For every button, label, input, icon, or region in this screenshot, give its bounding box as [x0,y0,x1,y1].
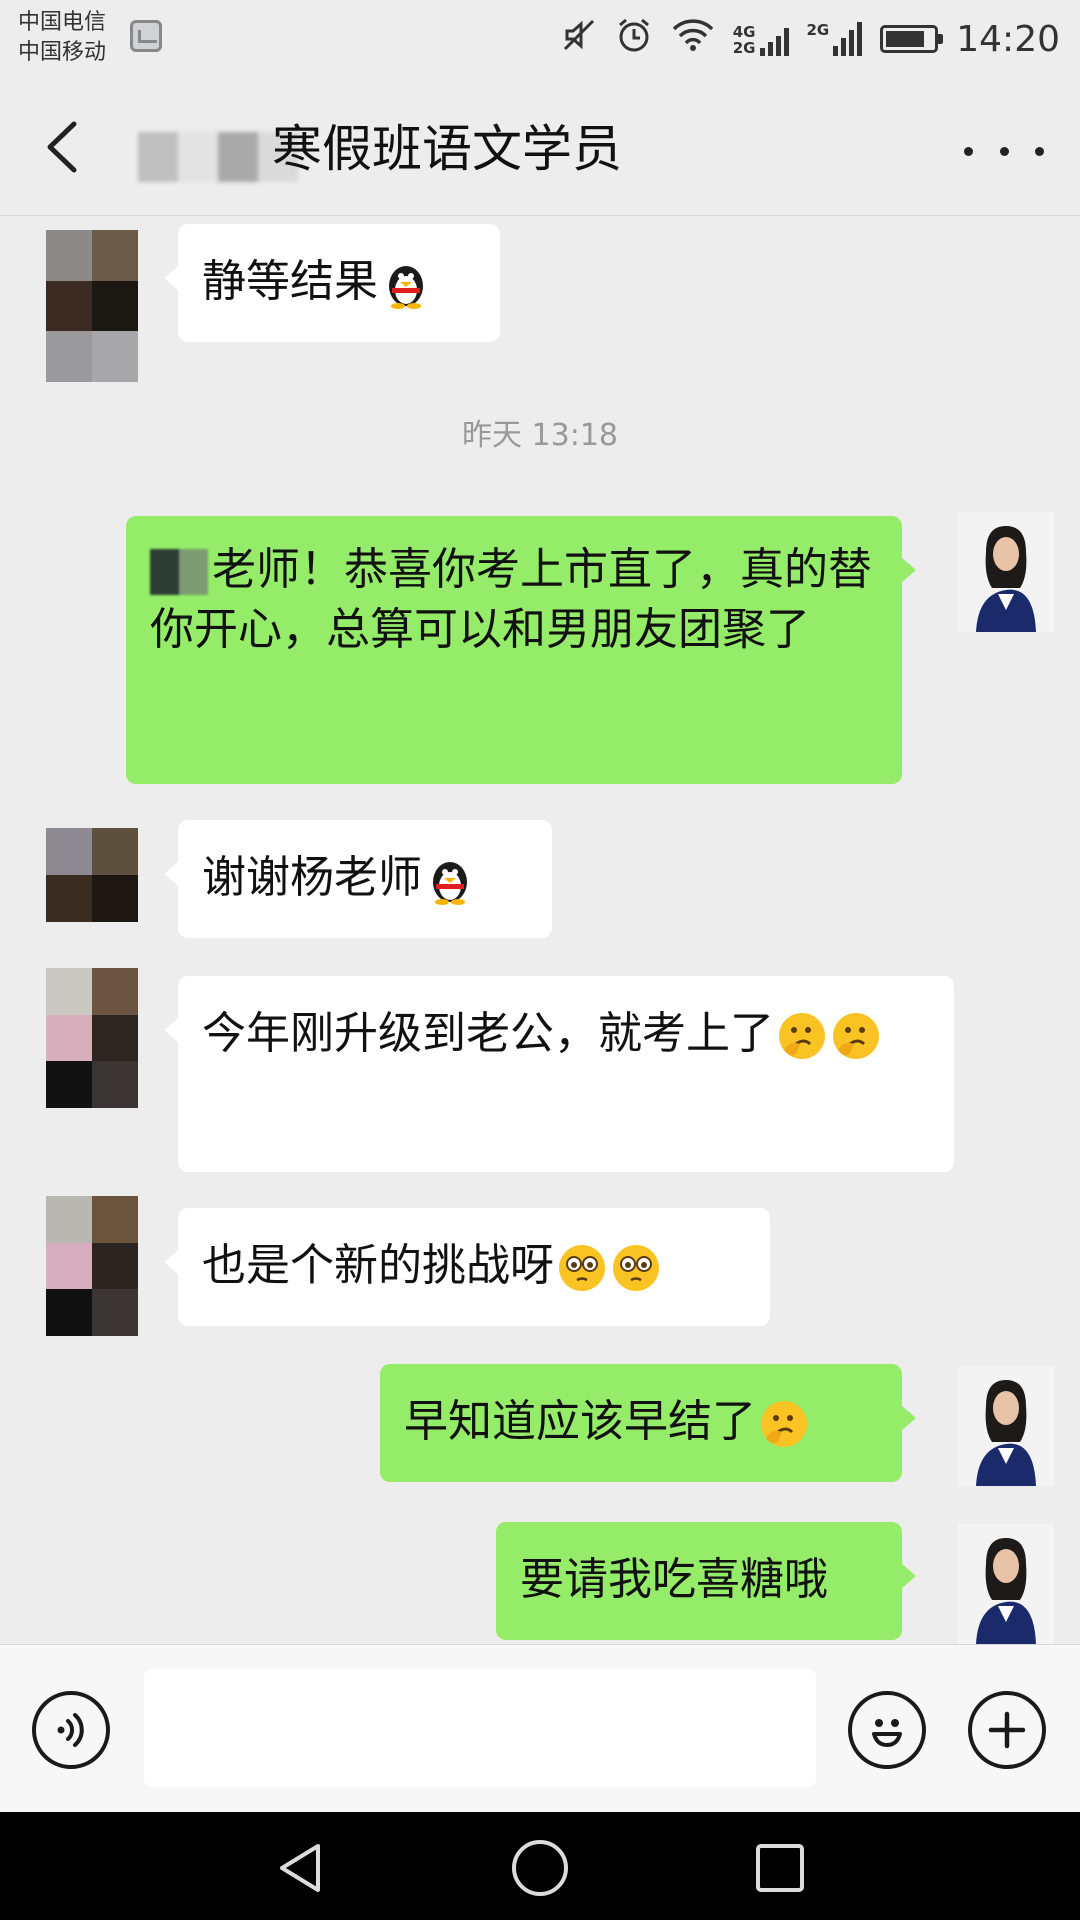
more-features-button[interactable] [968,1691,1046,1769]
signal-bars-icon [833,22,863,56]
message-input[interactable] [144,1669,816,1787]
wifi-icon [671,17,715,62]
thinking-face-emoji-icon [758,1398,810,1450]
carrier-1: 中国电信 [18,10,107,35]
message-bubble[interactable]: 也是个新的挑战呀 [164,1208,770,1326]
gallery-notification-icon [130,20,162,52]
system-nav-bar [0,1812,1080,1920]
square-recents-icon [756,1844,804,1892]
avatar[interactable] [46,968,138,1108]
nav-back-button[interactable] [270,1838,330,1898]
message-bubble[interactable]: 谢谢杨老师 [164,820,552,938]
message-text: 今年刚升级到老公，就考上了 [202,1008,774,1059]
plus-icon [988,1711,1026,1749]
chevron-left-icon [47,121,77,173]
message-bubble[interactable]: 老师！恭喜你考上市直了，真的替你开心，总算可以和男朋友团聚了 [126,516,916,784]
thinking-face-emoji-icon [776,1010,828,1062]
circle-home-icon [512,1840,568,1896]
pleading-face-emoji-icon [556,1242,608,1294]
avatar[interactable] [46,828,138,922]
voice-icon [57,1713,84,1747]
battery-icon [880,25,944,53]
avatar[interactable] [46,230,138,382]
blurred-name [150,549,208,595]
nav-home-button[interactable] [510,1838,570,1898]
dot [964,146,973,156]
self-avatar[interactable] [958,1524,1054,1644]
teacher-photo [958,512,1054,632]
signal-2: 2G [807,22,863,56]
teacher-photo [958,1524,1054,1644]
input-bar [0,1644,1080,1813]
message-text: 也是个新的挑战呀 [202,1240,554,1291]
carrier-2: 中国移动 [18,40,107,65]
status-icons: 4G 2G 2G 14:20 [561,14,1060,64]
message-text: 谢谢杨老师 [202,852,422,903]
timestamp: 昨天 13:18 [462,418,618,453]
smiley-icon [872,1719,902,1747]
thinking-face-emoji-icon [830,1010,882,1062]
message-bubble[interactable]: 今年刚升级到老公，就考上了 [164,976,954,1172]
status-bar: 中国电信 中国移动 4G 2G 2G 14:20 [0,0,1080,80]
pleading-face-emoji-icon [610,1242,662,1294]
self-avatar[interactable] [958,1366,1054,1486]
message-text: 老师！恭喜你考上市直了，真的替你开心，总算可以和男朋友团聚了 [150,544,872,655]
back-button[interactable] [30,112,100,182]
penguin-emoji-icon [380,258,432,310]
message-bubble[interactable]: 要请我吃喜糖哦 [496,1522,916,1640]
teacher-photo [958,1366,1054,1486]
nav-recents-button[interactable] [750,1838,810,1898]
message-text: 早知道应该早结了 [404,1396,756,1447]
clock: 14:20 [956,18,1060,60]
dot [999,146,1009,156]
dot [1035,146,1044,156]
alarm-icon [615,16,653,63]
penguin-emoji-icon [424,854,476,906]
self-avatar[interactable] [958,512,1054,632]
network-type-bottom: 2G [732,39,756,57]
more-options-button[interactable] [964,126,1044,176]
network-type-top: 4G [732,23,756,41]
chat-header: 寒假班语文学员 [0,80,1080,216]
message-bubble[interactable]: 静等结果 [164,224,500,342]
carrier-names: 中国电信 中国移动 [18,8,106,68]
chat-area[interactable]: 静等结果 昨天 13:18 老师！恭喜你考上市直了，真的替你开心，总算可以和男朋… [0,216,1080,1644]
message-text: 静等结果 [202,256,378,307]
page-title: 寒假班语文学员 [272,120,622,178]
network-type-2: 2G [806,21,830,39]
emoji-button[interactable] [848,1691,926,1769]
signal-1: 4G 2G [733,22,789,56]
mute-icon [561,17,597,62]
message-bubble[interactable]: 早知道应该早结了 [380,1364,916,1482]
message-text: 要请我吃喜糖哦 [520,1554,828,1605]
voice-button[interactable] [32,1691,110,1769]
avatar[interactable] [46,1196,138,1336]
signal-bars-icon [759,22,789,56]
triangle-back-icon [280,1844,320,1892]
